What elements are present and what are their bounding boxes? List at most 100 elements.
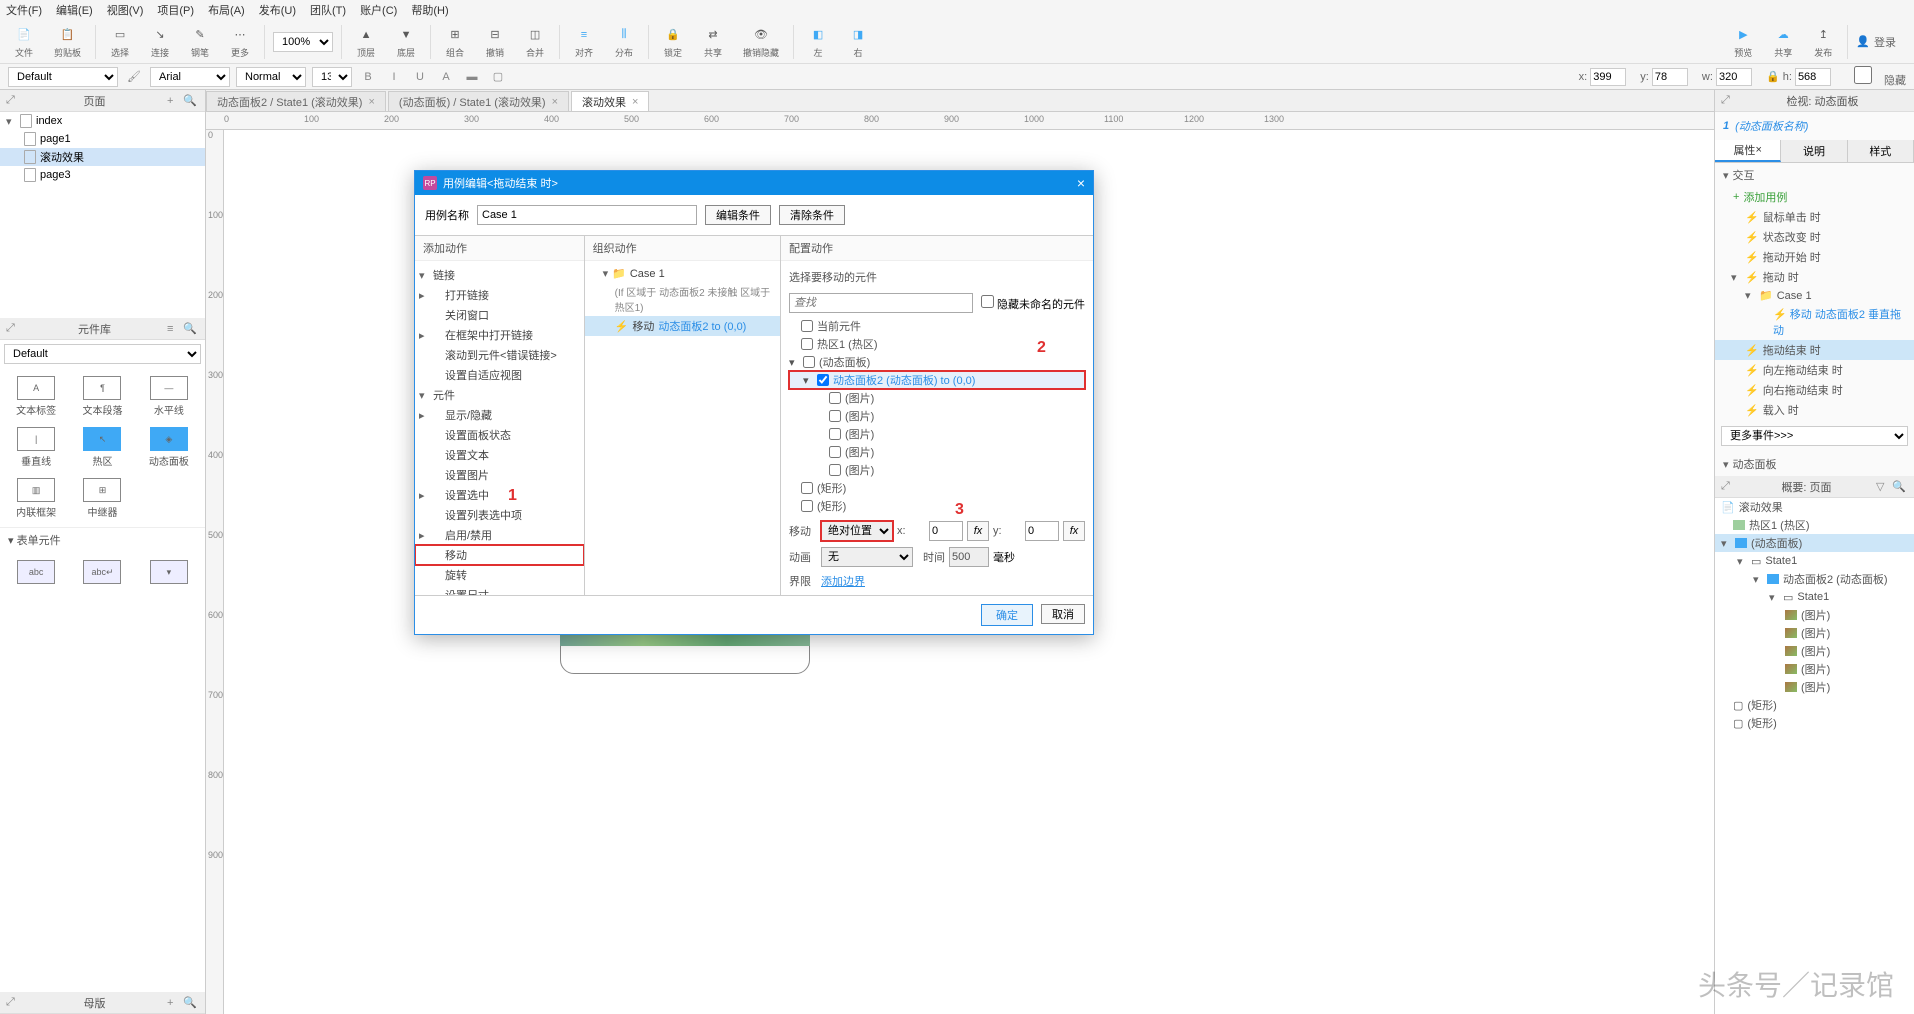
edit-condition-button[interactable]: 编辑条件 [705,205,771,225]
action-move[interactable]: 移动 [415,545,584,565]
outline-image[interactable]: (图片) [1715,642,1914,660]
search-icon[interactable]: 🔍 [183,996,199,1009]
style-preset[interactable]: Default [8,67,118,87]
menu-team[interactable]: 团队(T) [310,2,346,18]
sitemap-page[interactable]: page3 [0,166,205,184]
tool-publish[interactable]: ↥发布 [1807,25,1839,59]
event-swiperight[interactable]: ⚡ 向右拖动结束 时 [1715,380,1914,400]
action-setselected[interactable]: ▸设置选中 [415,485,584,505]
add-case-link[interactable]: +添加用例 [1715,187,1914,207]
widget-textfield[interactable]: abc [4,556,68,588]
widget-textarea[interactable]: abc↵ [70,556,134,588]
dynamic-panel-section[interactable]: ▾动态面板 [1715,452,1914,476]
widget-label[interactable]: A文本标签 [4,372,68,421]
move-type-select[interactable]: 绝对位置 [821,521,893,541]
action-panelstate[interactable]: 设置面板状态 [415,425,584,445]
action-adaptiveview[interactable]: 设置自适应视图 [415,365,584,385]
widget-hotspot[interactable]: ↖热区 [70,423,134,472]
widget-search-input[interactable] [789,293,973,313]
tool-clipboard[interactable]: 📋剪贴板 [48,25,87,59]
menu-project[interactable]: 项目(P) [157,2,194,18]
ok-button[interactable]: 确定 [981,604,1033,626]
wt-image[interactable]: (图片) [789,407,1085,425]
tool-right[interactable]: ◨右 [842,25,874,59]
border-icon[interactable]: ▢ [488,67,508,87]
tool-left[interactable]: ◧左 [802,25,834,59]
action-move[interactable]: ⚡ 移动 动态面板2 垂直拖动 [1715,304,1914,340]
outline-image[interactable]: (图片) [1715,624,1914,642]
widget-repeater[interactable]: ⊞中继器 [70,474,134,523]
italic-icon[interactable]: I [384,67,404,87]
fx-y-button[interactable]: fx [1063,521,1085,541]
outline-image[interactable]: (图片) [1715,678,1914,696]
action-openinframe[interactable]: ▸在框架中打开链接 [415,325,584,345]
tab-properties[interactable]: 属性 × [1715,140,1781,162]
bold-icon[interactable]: B [358,67,378,87]
collapse-icon[interactable]: ⤢ [6,322,22,335]
widget-dynamic-panel[interactable]: ◈动态面板 [137,423,201,472]
outline-state[interactable]: ▾▭ State1 [1715,588,1914,606]
action-rotate[interactable]: 旋转 [415,565,584,585]
org-case[interactable]: ▾📁 Case 1 [585,265,780,282]
org-action-move[interactable]: ⚡移动 动态面板2 to (0,0) [585,316,780,336]
wt-rect[interactable]: (矩形) [789,497,1085,515]
tool-more[interactable]: ⋯更多 [224,25,256,59]
search-icon[interactable]: 🔍 [1892,480,1908,493]
fx-x-button[interactable]: fx [967,521,989,541]
weight-select[interactable]: Normal [236,67,306,87]
menu-view[interactable]: 视图(V) [107,2,144,18]
tool-group[interactable]: ⊞组合 [439,25,471,59]
cancel-button[interactable]: 取消 [1041,604,1085,624]
menu-icon[interactable]: ≡ [167,323,183,335]
close-icon[interactable]: × [368,96,374,108]
tool-file[interactable]: 📄文件 [8,25,40,59]
menu-edit[interactable]: 编辑(E) [56,2,93,18]
tab-notes[interactable]: 说明 [1781,140,1847,162]
paint-icon[interactable]: 🖌 [124,67,144,87]
tool-select[interactable]: ▭选择 [104,25,136,59]
widget-vline[interactable]: |垂直线 [4,423,68,472]
search-icon[interactable]: 🔍 [183,94,199,107]
add-master-icon[interactable]: + [167,997,183,1009]
interaction-section[interactable]: ▾交互 [1715,163,1914,187]
menu-account[interactable]: 账户(C) [360,2,397,18]
widget-paragraph[interactable]: ¶文本段落 [70,372,134,421]
collapse-icon[interactable]: ⤢ [6,996,22,1009]
filter-icon[interactable]: ▽ [1876,480,1892,493]
y-input[interactable] [1025,521,1059,541]
tool-pen[interactable]: ✎钢笔 [184,25,216,59]
widget-iframe[interactable]: ▥内联框架 [4,474,68,523]
login-link[interactable]: 👤登录 [1856,34,1906,50]
action-settext[interactable]: 设置文本 [415,445,584,465]
tool-unhide[interactable]: 👁撤销隐藏 [737,25,785,59]
action-group-links[interactable]: ▾链接 [415,265,584,285]
tool-preview[interactable]: ▶预览 [1727,25,1759,59]
event-swipeleft[interactable]: ⚡ 向左拖动结束 时 [1715,360,1914,380]
sitemap-page[interactable]: page1 [0,130,205,148]
sitemap-page-selected[interactable]: 滚动效果 [0,148,205,166]
tool-ungroup[interactable]: ⊟撤销 [479,25,511,59]
sitemap-root[interactable]: ▾index [0,112,205,130]
tool-share[interactable]: ⇄共享 [697,25,729,59]
hidden-checkbox[interactable]: 隐藏 [1845,66,1906,88]
canvas-tab[interactable]: (动态面板) / State1 (滚动效果)× [388,91,569,111]
widget-hline[interactable]: —水平线 [137,372,201,421]
tool-back[interactable]: ▼底层 [390,25,422,59]
clear-condition-button[interactable]: 清除条件 [779,205,845,225]
outline-dynpanel2[interactable]: ▾动态面板2 (动态面板) [1715,570,1914,588]
wt-dynpanel2-selected[interactable]: ▾动态面板2 (动态面板) to (0,0) [789,371,1085,389]
event-case[interactable]: ▾📁 Case 1 [1715,287,1914,304]
menu-arrange[interactable]: 布局(A) [208,2,245,18]
add-boundary-link[interactable]: 添加边界 [821,573,865,589]
tool-cloud[interactable]: ☁共享 [1767,25,1799,59]
tool-front[interactable]: ▲顶层 [350,25,382,59]
tool-lock[interactable]: 🔒锁定 [657,25,689,59]
tool-distribute[interactable]: ⫼分布 [608,25,640,59]
action-enable[interactable]: ▸启用/禁用 [415,525,584,545]
outline-state[interactable]: ▾▭ State1 [1715,552,1914,570]
canvas-tab-active[interactable]: 滚动效果× [571,91,649,111]
tool-align[interactable]: ≡对齐 [568,25,600,59]
menu-file[interactable]: 文件(F) [6,2,42,18]
coord-y-input[interactable] [1652,68,1688,86]
close-icon[interactable]: × [632,96,638,108]
